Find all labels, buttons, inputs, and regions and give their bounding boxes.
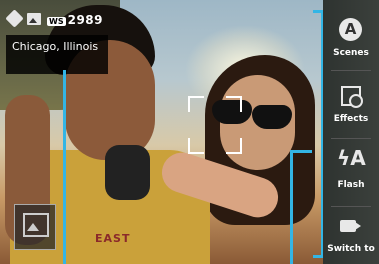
guide-line-right-cap [290,150,312,153]
guide-line-right [290,152,293,264]
scenes-icon: A [339,18,362,41]
remaining-shots-count: 2989 [67,13,103,27]
shirt-print: EAST [95,232,131,245]
sidebar-divider [331,70,371,71]
scenes-label: Scenes [333,48,369,58]
effects-label: Effects [333,114,369,124]
sidebar-divider [331,138,371,139]
focus-corner-icon [226,138,242,154]
focus-corner-icon [188,96,204,112]
flash-button[interactable]: ϟA Flash [323,140,379,206]
effects-button[interactable]: Effects [323,72,379,138]
switch-camera-label: Switch to [327,244,375,254]
switch-camera-icon [340,220,361,232]
widescreen-badge: WS [47,17,66,26]
flash-label: Flash [337,180,365,190]
gallery-thumbnail-button[interactable] [14,204,56,250]
flash-auto-icon: ϟA [337,146,366,170]
status-bar: WS 2989 [5,9,103,28]
sidebar-divider [331,206,371,207]
camera-control-sidebar: A Scenes Effects ϟA Flash Switch to [323,0,379,264]
switch-camera-button[interactable]: Switch to [323,208,379,264]
sunglasses-right-lens [252,105,292,129]
shot-counter: WS 2989 [47,9,103,28]
camera-viewfinder[interactable]: EAST WS 2989 Chicago, Illinois [0,0,323,264]
guide-line-left [63,70,66,264]
picture-icon [27,12,41,25]
focus-frame[interactable] [188,96,242,154]
tag-icon [5,9,24,28]
headphones [105,145,150,200]
effects-off-icon [349,94,363,108]
scenes-button[interactable]: A Scenes [323,0,379,68]
focus-corner-icon [188,138,204,154]
focus-corner-icon [226,96,242,112]
location-tooltip: Chicago, Illinois [6,35,108,74]
